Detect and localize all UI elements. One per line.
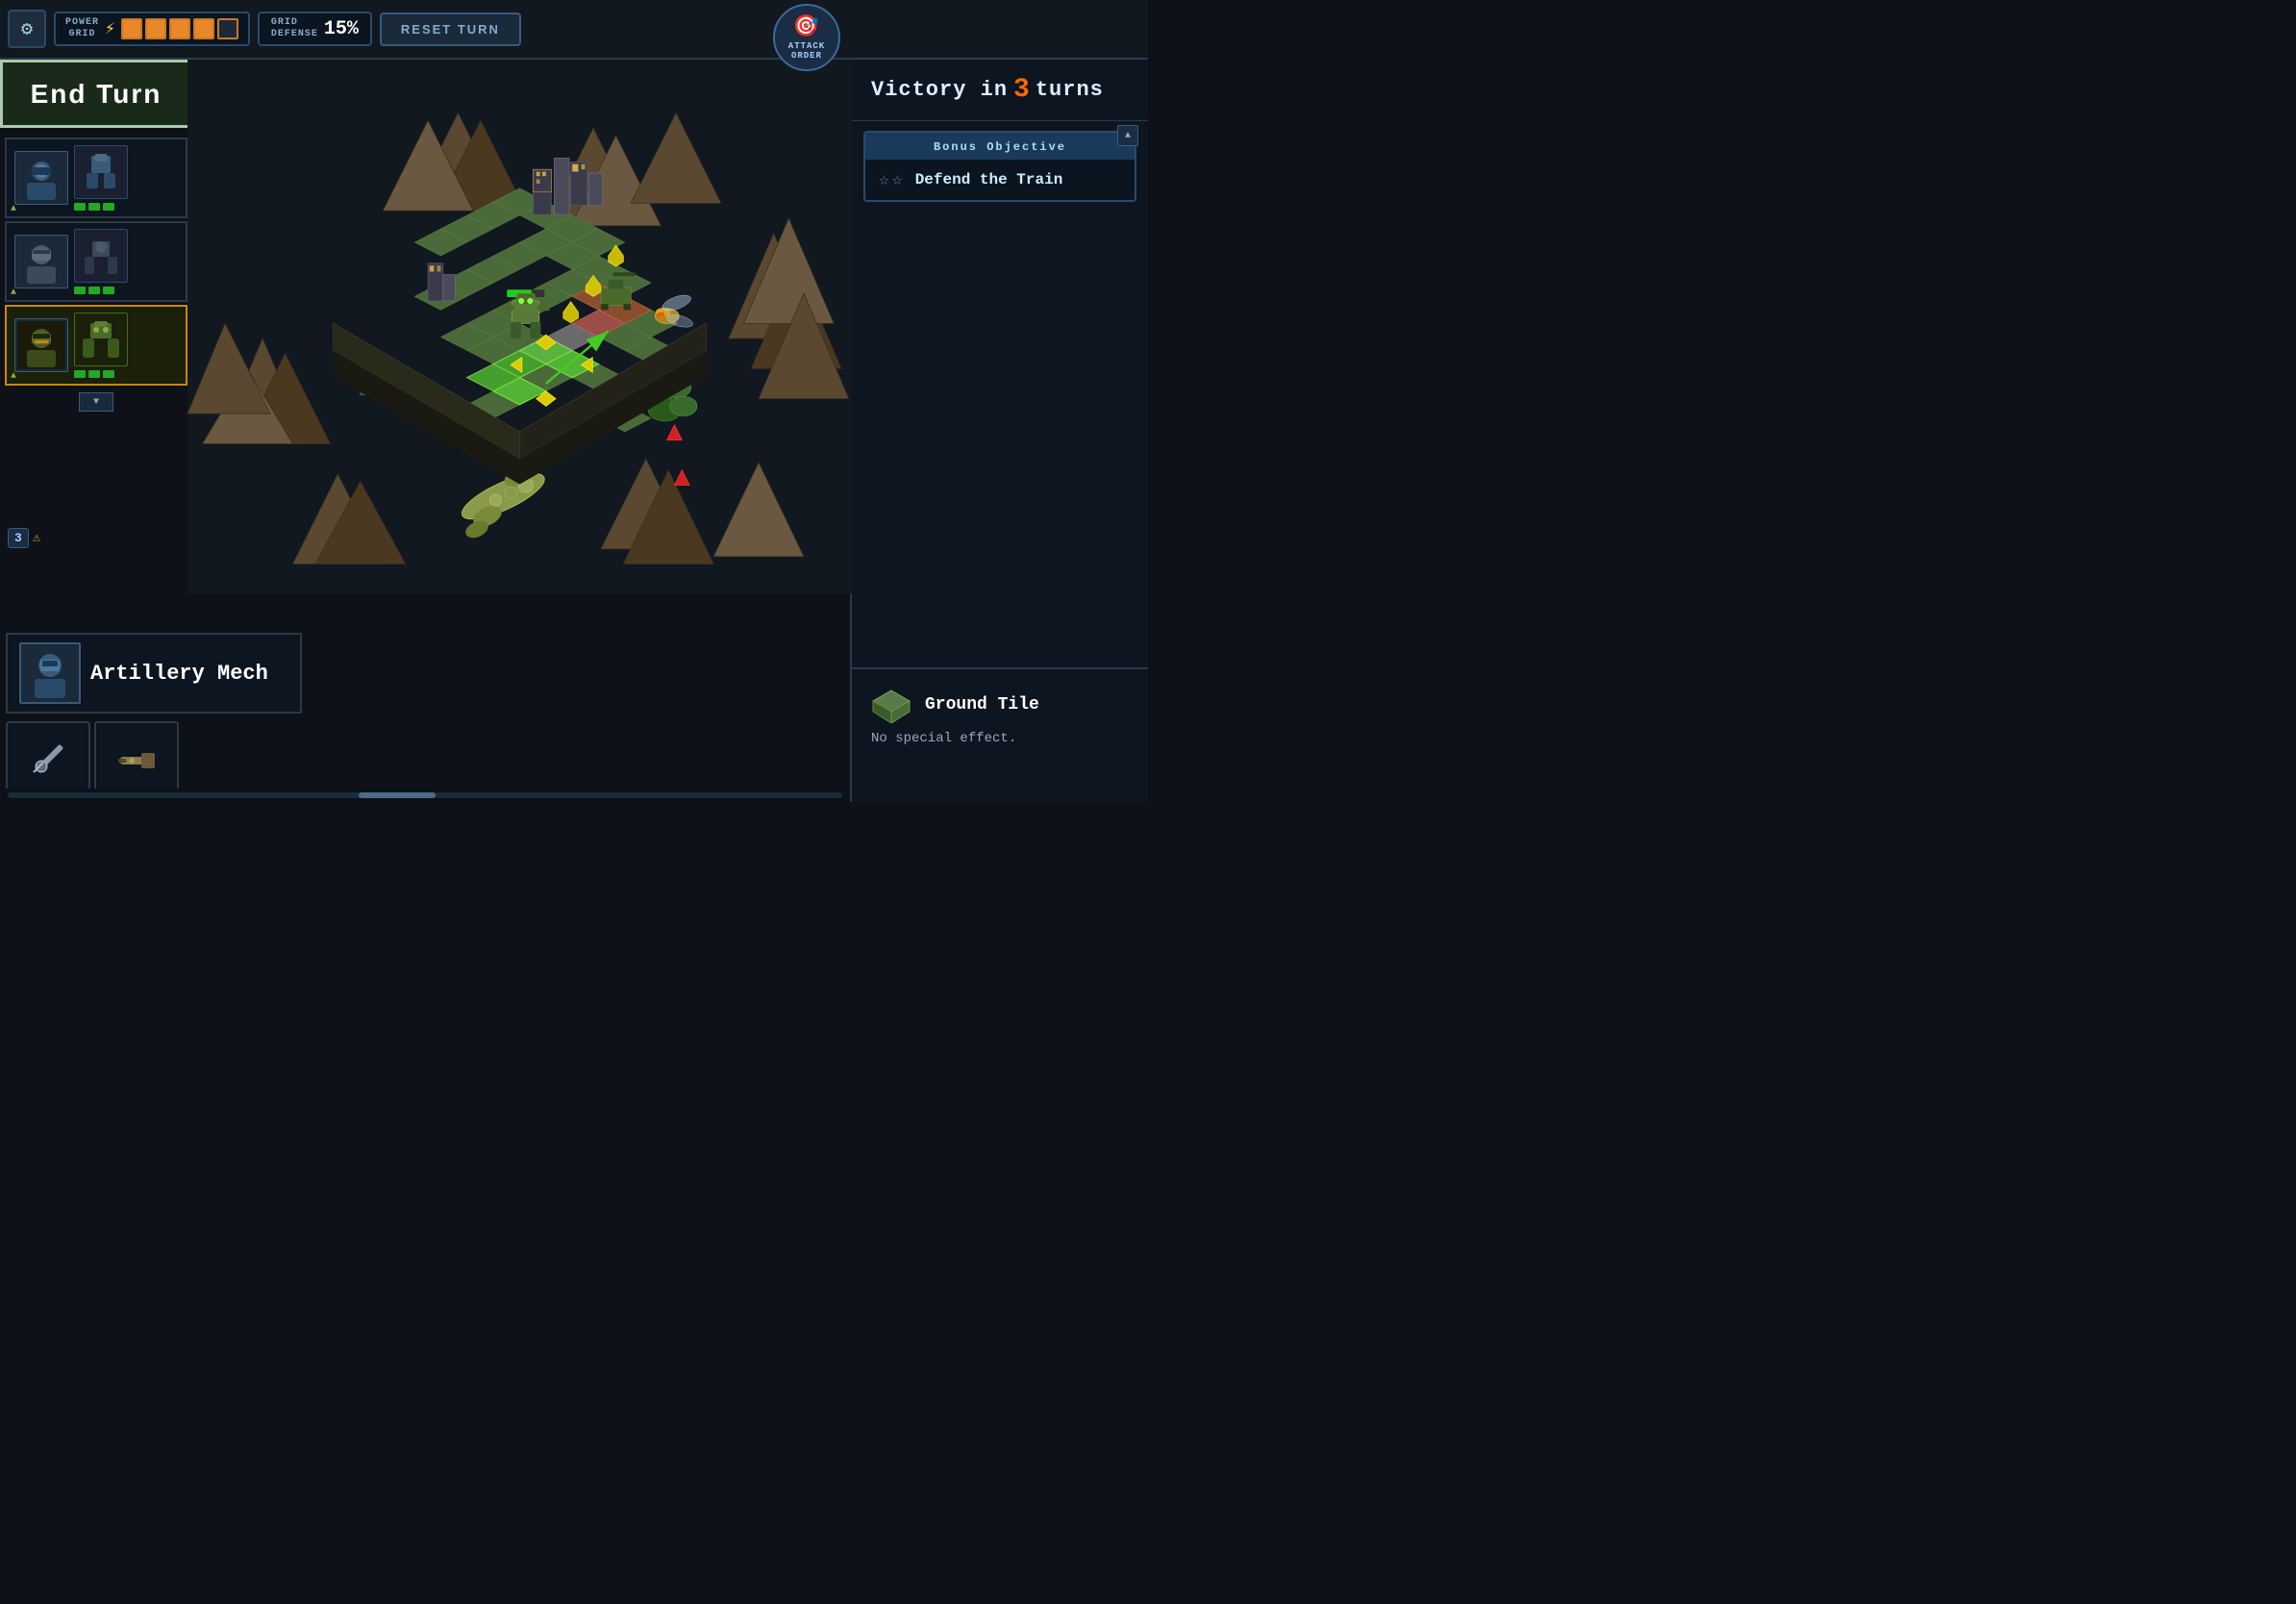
- scrollbar[interactable]: [0, 789, 850, 802]
- grid-defense-value: 15%: [324, 18, 359, 40]
- equipment-slot-2[interactable]: [94, 721, 179, 798]
- gear-icon: ⚙: [21, 16, 33, 41]
- end-turn-button[interactable]: End Turn: [0, 60, 192, 128]
- victory-text-prefix: Victory in: [871, 78, 1008, 102]
- status-bar: [103, 370, 114, 378]
- power-bar-2: [145, 18, 166, 39]
- mech-thumb-3: [74, 313, 128, 366]
- top-bar: ⚙ POWER GRID ⚡ GRID DEFENSE 15% RESET TU…: [0, 0, 1148, 60]
- collapse-button[interactable]: ▲: [1117, 125, 1138, 146]
- equipment-slot-1[interactable]: [6, 721, 90, 798]
- status-bar: [74, 203, 86, 211]
- bonus-stars: ☆☆: [879, 169, 906, 190]
- ground-tile-name: Ground Tile: [925, 695, 1039, 714]
- status-bar: [103, 203, 114, 211]
- game-map[interactable]: [187, 53, 852, 594]
- power-grid-group: POWER GRID ⚡: [54, 12, 250, 46]
- ground-tile-panel: Ground Tile No special effect.: [850, 667, 1148, 764]
- bonus-objective-box: Bonus Objective ☆☆ Defend the Train: [863, 131, 1136, 202]
- power-bar-1: [121, 18, 142, 39]
- bonus-objective-content: ☆☆ Defend the Train: [865, 160, 1135, 200]
- settings-button[interactable]: ⚙: [8, 10, 46, 48]
- turn-counter: 3 ⚠: [8, 528, 40, 548]
- bonus-objective-description: Defend the Train: [915, 171, 1063, 188]
- mech-info-bar: Artillery Mech: [6, 633, 302, 714]
- victory-text-suffix: turns: [1036, 78, 1104, 102]
- scroll-track: [8, 792, 842, 798]
- lightning-icon: ⚡: [105, 18, 115, 39]
- pilot-avatar-2: [14, 235, 68, 288]
- chevron-up-icon: ▲: [11, 288, 16, 298]
- mech-avatar: [19, 642, 81, 704]
- victory-number: 3: [1013, 75, 1030, 105]
- mech-thumb-2: [74, 229, 128, 283]
- bottom-left-panel: 3 ⚠ Artillery Mech: [0, 629, 308, 802]
- grid-defense-label: GRID DEFENSE: [271, 17, 318, 40]
- right-panel: Victory in 3 turns Bonus Objective ☆☆ De…: [850, 0, 1148, 802]
- pilot-avatar-3: [14, 318, 68, 372]
- warning-icon: ⚠: [33, 530, 40, 546]
- chevron-up-icon: ▲: [11, 371, 16, 382]
- power-bar-3: [169, 18, 190, 39]
- status-bar: [88, 287, 100, 294]
- victory-banner: Victory in 3 turns: [852, 60, 1148, 121]
- reset-turn-button[interactable]: RESET TURN: [380, 13, 521, 46]
- mech-thumb-1: [74, 145, 128, 199]
- status-bar: [88, 203, 100, 211]
- pilot-avatar-1: [14, 151, 68, 205]
- grid-defense-group: GRID DEFENSE 15%: [258, 12, 372, 46]
- attack-order-icon: 🎯: [793, 14, 820, 39]
- bonus-objective-title: Bonus Objective: [934, 140, 1066, 154]
- power-bars: [121, 18, 238, 39]
- scroll-thumb[interactable]: [359, 792, 436, 798]
- power-grid-label: POWER GRID: [65, 17, 99, 40]
- pilot-card-2[interactable]: ▲: [5, 221, 187, 302]
- chevron-up-icon: ▲: [11, 204, 16, 214]
- power-bar-5: [217, 18, 238, 39]
- bonus-objective-header: Bonus Objective: [865, 133, 1135, 160]
- ground-tile-icon: [871, 687, 911, 723]
- status-bar: [74, 370, 86, 378]
- attack-order-button[interactable]: 🎯 ATTACK ORDER: [773, 4, 840, 71]
- attack-order-label: ATTACK ORDER: [788, 41, 825, 61]
- pilot-card-3[interactable]: ▲: [5, 305, 187, 386]
- status-bar: [74, 287, 86, 294]
- ground-tile-row: Ground Tile: [871, 687, 1129, 723]
- turn-number: 3: [8, 528, 29, 548]
- status-bar: [88, 370, 100, 378]
- pilot-list-scroll-down[interactable]: ▼: [0, 388, 192, 415]
- pilot-card-1[interactable]: ▲: [5, 138, 187, 218]
- ground-tile-description: No special effect.: [871, 731, 1129, 746]
- power-bar-4: [193, 18, 214, 39]
- status-bar: [103, 287, 114, 294]
- mech-name: Artillery Mech: [90, 662, 268, 686]
- left-panel: ▲: [0, 135, 192, 415]
